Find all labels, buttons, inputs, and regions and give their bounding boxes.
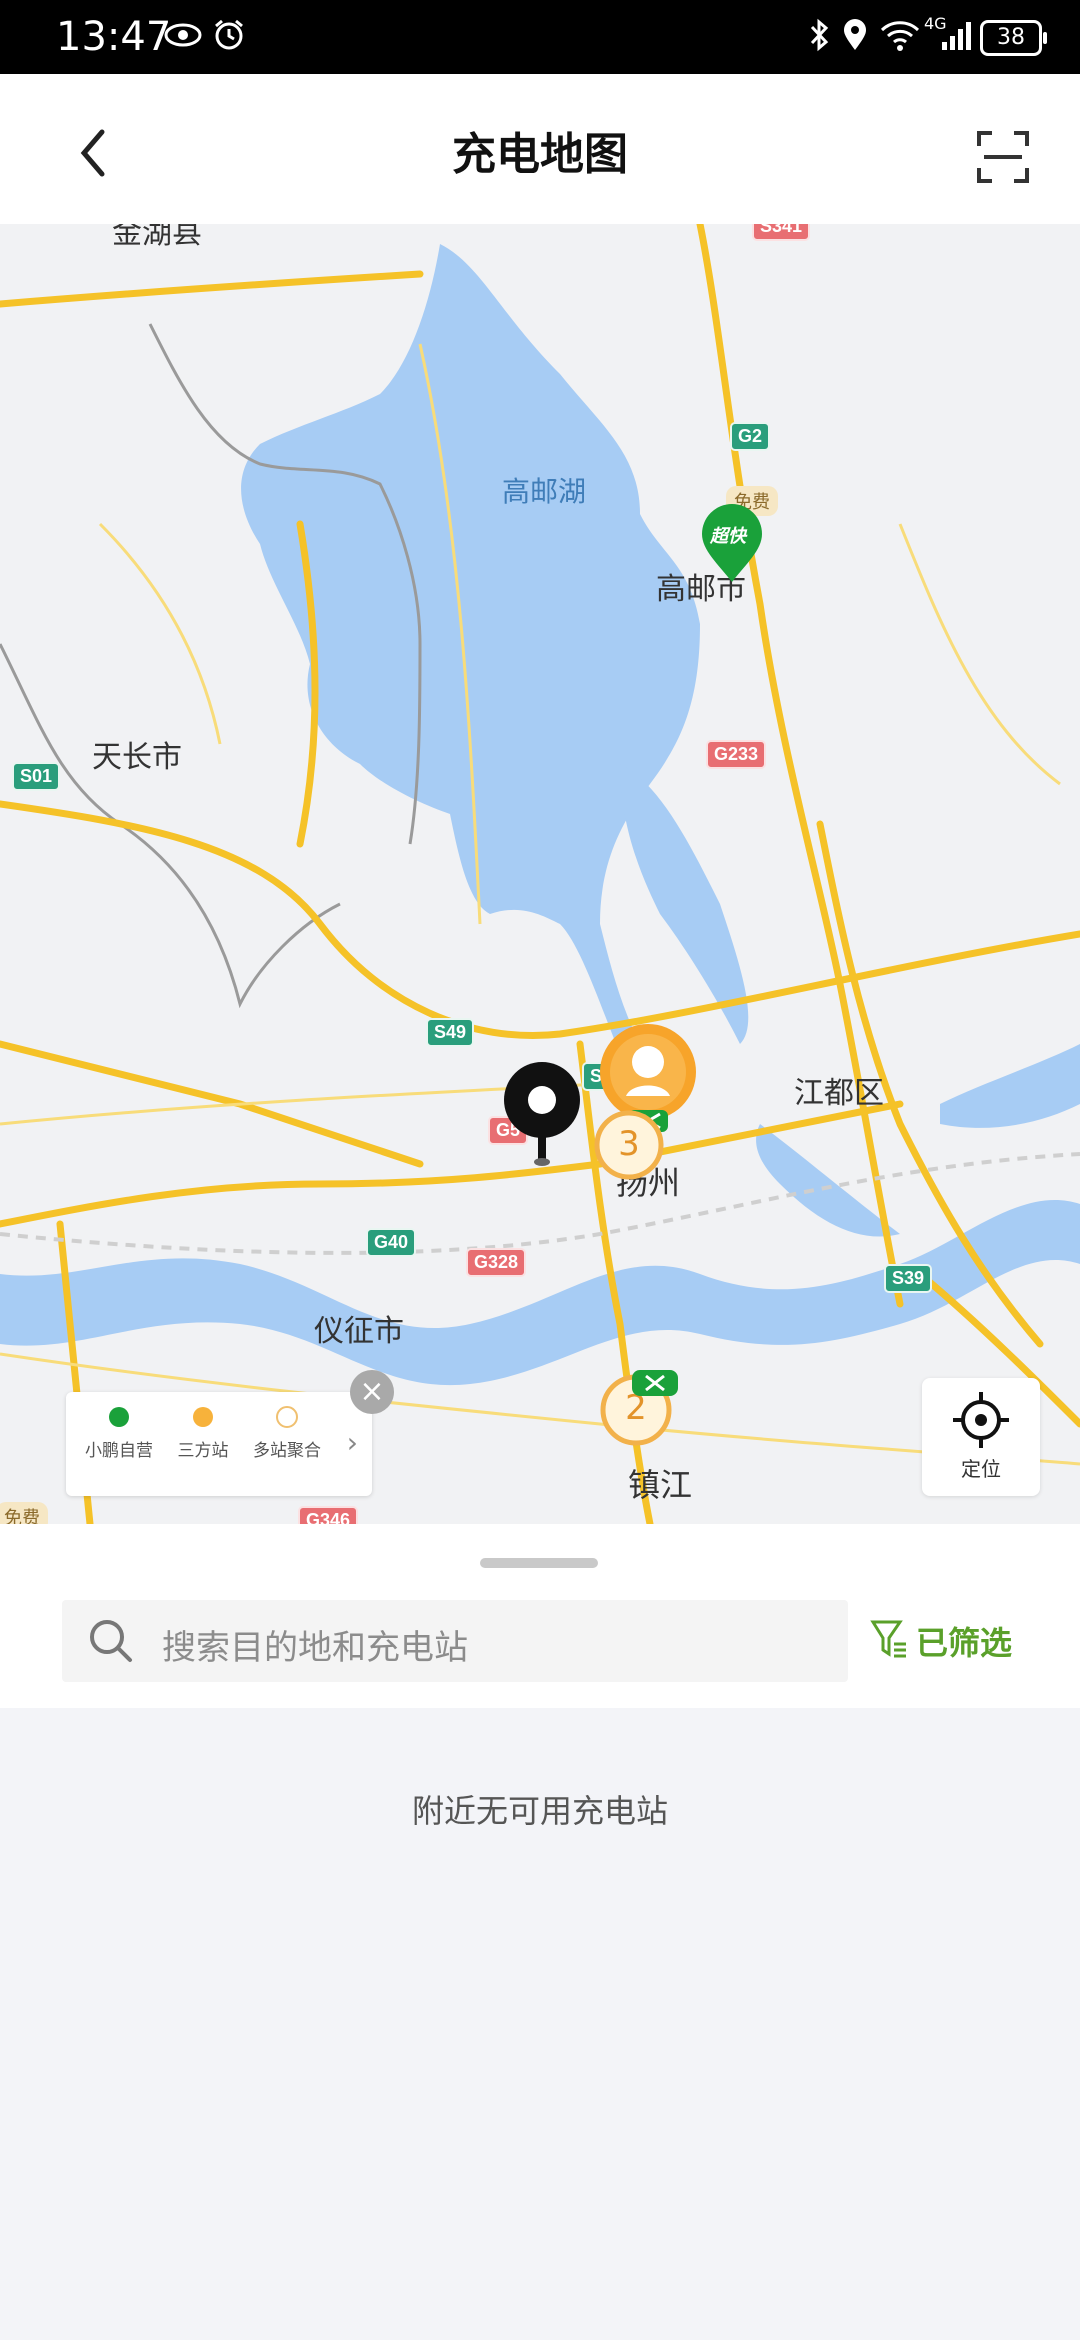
filter-icon	[870, 1620, 906, 1658]
station-badge: 超快	[710, 526, 746, 547]
signal-icon	[942, 22, 971, 50]
alarm-icon	[215, 19, 243, 50]
locate-label: 定位	[961, 1457, 1001, 1481]
orange-pin-icon	[193, 1407, 213, 1427]
cluster-ring-icon	[276, 1406, 298, 1428]
road-shield-s49: S49	[426, 1018, 475, 1047]
map-legend[interactable]: 小鹏自营 三方站 多站聚合 ›	[66, 1392, 372, 1496]
road-shield-s39: S39	[884, 1264, 933, 1293]
road-shield-s341: S341	[752, 224, 811, 241]
app-header: 充电地图	[0, 74, 1080, 224]
wifi-icon	[880, 21, 920, 51]
filter-label: 已筛选	[916, 1624, 1013, 1662]
station-cluster[interactable]: 3	[594, 1110, 664, 1180]
map-label-jinhu: 金湖县	[112, 224, 202, 251]
road-shield-s01: S01	[12, 762, 61, 791]
legend-label: 多站聚合	[253, 1441, 321, 1461]
page-title: 充电地图	[452, 129, 628, 180]
scan-icon	[977, 131, 1029, 183]
empty-state-message: 附近无可用充电站	[411, 1792, 668, 1830]
charging-map[interactable]: 金湖县 高邮湖 高邮市 天长市 江都区 扬州 仪征市 镇江 S341 G2 G2…	[0, 224, 1080, 1524]
cluster-count: 3	[618, 1124, 640, 1164]
close-icon: ×	[359, 1374, 385, 1409]
road-shield-g40: G40	[366, 1228, 417, 1257]
map-base	[0, 224, 1080, 1524]
locate-button[interactable]: 定位	[922, 1378, 1040, 1496]
map-label-yizheng: 仪征市	[314, 1314, 404, 1349]
free-tag-left: 免费	[0, 1502, 48, 1524]
bluetooth-icon	[810, 18, 829, 52]
road-shield-g2: G2	[730, 422, 771, 451]
location-icon	[844, 19, 866, 50]
drag-handle[interactable]	[480, 1558, 598, 1568]
legend-item-xpeng: 小鹏自营	[74, 1406, 164, 1461]
search-input[interactable]: 搜索目的地和充电站	[162, 1620, 468, 1669]
legend-label: 三方站	[177, 1441, 229, 1461]
legend-close-button[interactable]: ×	[350, 1370, 394, 1414]
map-label-zhenjiang: 镇江	[628, 1466, 693, 1504]
map-label-jiangdu: 江都区	[794, 1076, 884, 1111]
bottom-sheet: 搜索目的地和充电站 已筛选 附近无可用充电站	[0, 1524, 1080, 2340]
status-time: 13:47	[56, 14, 172, 60]
eye-icon	[164, 23, 202, 47]
cluster-badge-icon	[632, 1370, 678, 1396]
crosshair-icon	[953, 1392, 1009, 1448]
legend-item-cluster: 多站聚合	[242, 1406, 332, 1461]
current-location-pin	[500, 1060, 584, 1170]
map-label-tianchang: 天长市	[92, 740, 182, 775]
sheet-header: 搜索目的地和充电站 已筛选	[0, 1524, 1080, 1708]
legend-item-third-party: 三方站	[158, 1406, 248, 1461]
status-bar: 13:47 4G 38	[0, 0, 1080, 74]
battery-icon: 38	[980, 20, 1047, 56]
road-shield-g233: G233	[706, 740, 767, 769]
search-icon	[90, 1620, 132, 1662]
scan-button[interactable]	[976, 130, 1030, 184]
road-shield-g346: G346	[298, 1506, 359, 1524]
search-bar[interactable]: 搜索目的地和充电站	[62, 1600, 848, 1682]
chevron-right-icon[interactable]: ›	[347, 1426, 358, 1459]
legend-label: 小鹏自营	[85, 1441, 153, 1461]
map-label-gaoyou-lake: 高邮湖	[502, 475, 587, 508]
road-shield-g328: G328	[466, 1248, 527, 1277]
station-pin-xpeng[interactable]: 超快	[700, 502, 764, 584]
green-pin-icon	[109, 1407, 129, 1427]
